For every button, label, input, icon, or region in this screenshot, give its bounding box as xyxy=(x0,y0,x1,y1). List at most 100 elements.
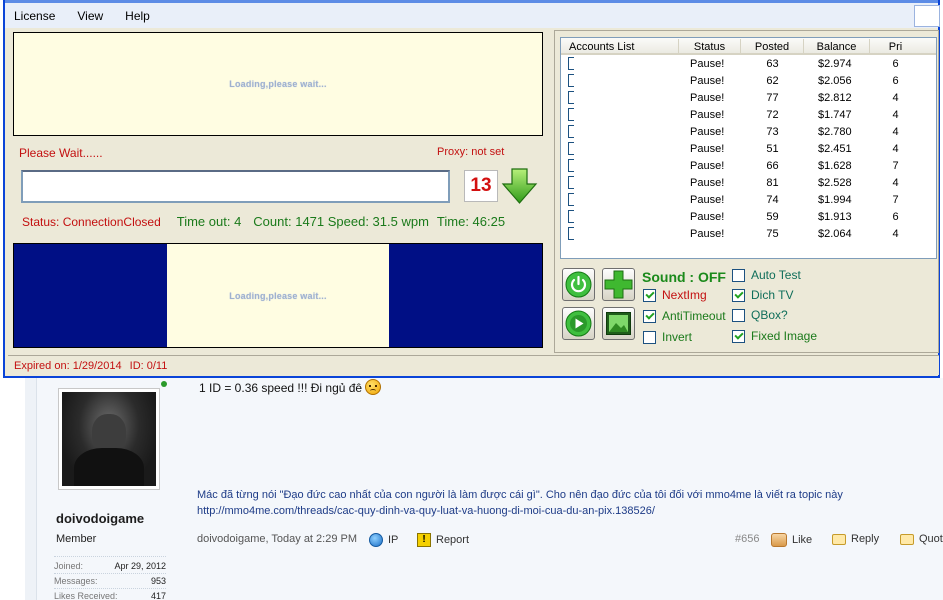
col-posted[interactable]: Posted xyxy=(741,39,804,54)
account-cell[interactable] xyxy=(561,193,679,206)
connection-status: Status: ConnectionClosed xyxy=(22,214,161,229)
account-row[interactable]: Pause! 59 $1.913 6 xyxy=(561,208,936,225)
captcha-image: Loading,please wait... xyxy=(13,32,543,136)
qbox-checkbox[interactable]: QBox? xyxy=(732,308,788,322)
account-checkbox[interactable] xyxy=(568,227,574,240)
account-checkbox[interactable] xyxy=(568,91,574,104)
account-checkbox[interactable] xyxy=(568,142,574,155)
account-status: Pause! xyxy=(690,176,725,189)
post-meta[interactable]: doivodoigame, Today at 2:29 PM xyxy=(197,533,357,545)
account-checkbox[interactable] xyxy=(568,108,574,121)
account-row[interactable]: Pause! 74 $1.994 7 xyxy=(561,191,936,208)
col-status[interactable]: Status xyxy=(679,39,741,54)
antitimeout-checkbox[interactable]: AntiTimeout xyxy=(643,309,726,323)
account-cell[interactable] xyxy=(561,227,679,240)
add-account-button[interactable] xyxy=(602,268,635,301)
account-row[interactable]: Pause! 81 $2.528 4 xyxy=(561,174,936,191)
username[interactable]: doivodoigame xyxy=(56,511,144,526)
account-cell[interactable] xyxy=(561,176,679,189)
signature-link[interactable]: http://mmo4me.com/threads/cac-quy-dinh-v… xyxy=(197,505,655,517)
menu-view[interactable]: View xyxy=(77,9,103,23)
account-status: Pause! xyxy=(690,74,725,87)
nextimg-checkbox[interactable]: NextImg xyxy=(643,288,707,302)
like-button[interactable]: Like xyxy=(771,533,812,547)
account-priority: 7 xyxy=(892,193,899,206)
col-balance[interactable]: Balance xyxy=(804,39,870,54)
account-checkbox[interactable] xyxy=(568,176,574,189)
sound-toggle[interactable]: Sound : OFF xyxy=(642,269,726,285)
dichtv-checkbox-box[interactable] xyxy=(732,288,745,302)
invert-checkbox[interactable]: Invert xyxy=(643,330,692,344)
account-priority: 4 xyxy=(892,142,899,155)
account-checkbox[interactable] xyxy=(568,159,574,172)
account-checkbox[interactable] xyxy=(568,125,574,138)
account-cell[interactable] xyxy=(561,159,679,172)
submit-button[interactable] xyxy=(501,167,538,205)
report-button[interactable]: ! Report xyxy=(417,533,469,547)
reply-button[interactable]: Reply xyxy=(832,533,879,545)
account-cell[interactable] xyxy=(561,108,679,121)
ip-button[interactable]: IP xyxy=(369,533,398,547)
status-bar: Expired on: 1/29/2014 ID: 0/11 xyxy=(8,355,939,375)
captcha-answer-input[interactable] xyxy=(21,170,450,203)
account-row[interactable]: Pause! 77 $2.812 4 xyxy=(561,89,936,106)
ad-banner[interactable]: Loading,please wait... xyxy=(13,243,543,348)
account-priority: 4 xyxy=(892,91,899,104)
power-button[interactable] xyxy=(562,268,595,301)
timeout-value: Time out: 4 xyxy=(176,214,242,229)
col-pri[interactable]: Pri xyxy=(870,39,921,54)
account-cell[interactable] xyxy=(561,125,679,138)
account-row[interactable]: Pause! 73 $2.780 4 xyxy=(561,123,936,140)
account-checkbox[interactable] xyxy=(568,210,574,223)
account-cell[interactable] xyxy=(561,74,679,87)
menu-bar: License View Help xyxy=(5,0,940,28)
avatar[interactable] xyxy=(58,388,160,490)
account-row[interactable]: Pause! 62 $2.056 6 xyxy=(561,72,936,89)
accounts-panel: Accounts List Status Posted Balance Pri … xyxy=(554,30,939,353)
account-status: Pause! xyxy=(690,91,725,104)
captcha-panel: Loading,please wait... Please Wait......… xyxy=(10,30,550,353)
dichtv-checkbox[interactable]: Dich TV xyxy=(732,288,793,302)
accounts-list-header: Accounts List Status Posted Balance Pri xyxy=(561,38,936,55)
accounts-list[interactable]: Accounts List Status Posted Balance Pri … xyxy=(560,37,937,259)
account-row[interactable]: Pause! 72 $1.747 4 xyxy=(561,106,936,123)
warning-icon: ! xyxy=(417,533,431,547)
image-button[interactable] xyxy=(602,307,635,340)
account-posted: 81 xyxy=(766,176,779,189)
account-row[interactable]: Pause! 63 $2.974 6 xyxy=(561,55,936,72)
account-cell[interactable] xyxy=(561,57,679,70)
nextimg-checkbox-box[interactable] xyxy=(643,288,656,302)
signature-text: Mác đã từng nói "Đạo đức cao nhất của co… xyxy=(197,489,843,501)
quote-button[interactable]: Quote xyxy=(900,533,943,545)
account-posted: 73 xyxy=(766,125,779,138)
account-cell[interactable] xyxy=(561,91,679,104)
post-number[interactable]: #656 xyxy=(735,533,759,545)
thumbs-up-icon xyxy=(771,533,787,547)
please-wait-text: Please Wait...... xyxy=(19,146,103,160)
col-accounts-list[interactable]: Accounts List xyxy=(561,39,679,54)
account-balance: $2.780 xyxy=(818,125,852,138)
account-balance: $1.747 xyxy=(818,108,852,121)
account-checkbox[interactable] xyxy=(568,193,574,206)
invert-checkbox-box[interactable] xyxy=(643,330,656,344)
play-button[interactable] xyxy=(562,307,595,340)
qbox-checkbox-box[interactable] xyxy=(732,308,745,322)
menu-license[interactable]: License xyxy=(14,9,55,23)
account-checkbox[interactable] xyxy=(568,74,574,87)
autotest-checkbox-box[interactable] xyxy=(732,268,745,282)
account-cell[interactable] xyxy=(561,210,679,223)
account-status: Pause! xyxy=(690,193,725,206)
fixedimage-checkbox-box[interactable] xyxy=(732,329,745,343)
account-row[interactable]: Pause! 75 $2.064 4 xyxy=(561,225,936,242)
account-row[interactable]: Pause! 66 $1.628 7 xyxy=(561,157,936,174)
account-balance: $1.628 xyxy=(818,159,852,172)
antitimeout-checkbox-box[interactable] xyxy=(643,309,656,323)
account-row[interactable]: Pause! 51 $2.451 4 xyxy=(561,140,936,157)
account-checkbox[interactable] xyxy=(568,57,574,70)
account-cell[interactable] xyxy=(561,142,679,155)
menu-help[interactable]: Help xyxy=(125,9,150,23)
account-status: Pause! xyxy=(690,210,725,223)
fixedimage-checkbox[interactable]: Fixed Image xyxy=(732,329,817,343)
window-corner-box xyxy=(914,5,940,27)
autotest-checkbox[interactable]: Auto Test xyxy=(732,268,801,282)
